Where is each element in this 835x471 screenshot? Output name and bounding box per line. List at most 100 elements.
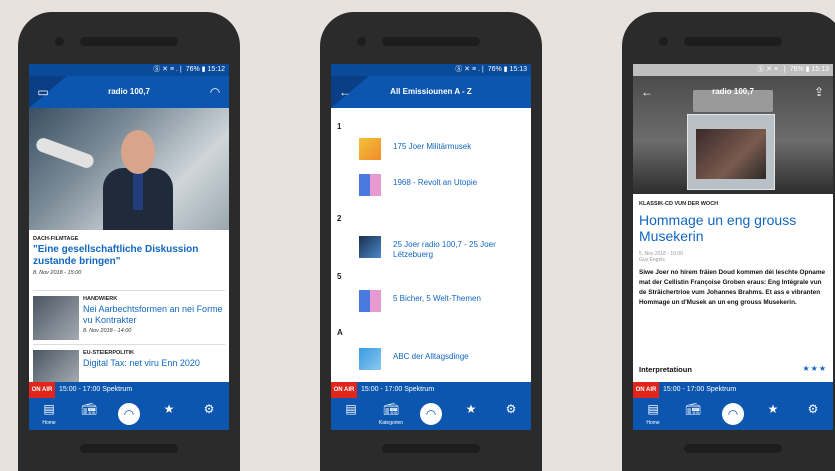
group-letter: A: [337, 328, 343, 337]
group-letter: 1: [337, 122, 342, 131]
nav-live[interactable]: ◠: [411, 398, 451, 430]
star-icon: ★: [767, 402, 779, 416]
group-letter: 5: [337, 272, 342, 281]
on-air-badge: ON AIR: [633, 382, 659, 398]
article-body: Siwe Joer no hirem fräien Doud kommen dé…: [639, 269, 826, 306]
status-bar: Ⓢ ✕ ≡ .❘ 76% ▮ 15:12: [29, 64, 229, 76]
article-thumbnail: [33, 350, 79, 382]
nav-home[interactable]: ▤ Home: [633, 398, 673, 430]
article-headline: Hommage un eng grouss Musekerin: [639, 212, 797, 244]
on-air-bar[interactable]: ON AIR 15:00 - 17:00 Spektrum: [29, 382, 229, 398]
app-title: radio 100,7: [108, 87, 150, 96]
screen-home: Ⓢ ✕ ≡ .❘ 76% ▮ 15:12 ▭ radio 100,7 ◠ DAC…: [29, 64, 229, 430]
rating-stars: ★★★: [802, 364, 827, 373]
phone-2: Ⓢ ✕ ≡ .❘ 76% ▮ 15:13 ← All Emissiounen A…: [320, 12, 542, 471]
status-bar: Ⓢ ✕ ≡ .❘ 76% ▮ 15:13: [633, 64, 833, 76]
list-item[interactable]: EU-STEIERPOLITIK Digital Tax: net viru E…: [29, 348, 229, 382]
nav-kategorien[interactable]: 📻︎: [673, 398, 713, 430]
app-bar: ← radio 100,7 ⇪: [633, 76, 833, 108]
nav-settings[interactable]: ⚙: [793, 398, 833, 430]
nav-live[interactable]: ◠: [109, 398, 149, 430]
list-item[interactable]: 1968 - Revolt an Utopie: [359, 174, 529, 198]
article-date: 8. Nov 2018 - 15:00: [33, 270, 82, 276]
star-icon: ★: [465, 402, 477, 416]
article-thumbnail: [33, 296, 79, 340]
on-air-badge: ON AIR: [331, 382, 357, 398]
calendar-icon[interactable]: ▭: [35, 84, 51, 100]
show-title: 5 Bicher, 5 Welt-Themen: [393, 294, 481, 303]
show-thumbnail: [359, 236, 381, 258]
screen-emissiounen: Ⓢ ✕ ≡ .❘ 76% ▮ 15:13 ← All Emissiounen A…: [331, 64, 531, 430]
on-air-bar[interactable]: ON AIR 15:00 - 17:00 Spektrum: [633, 382, 833, 398]
home-icon: ▤: [345, 402, 357, 416]
nav-favorites[interactable]: ★: [149, 398, 189, 430]
article-author: Guy Engels: [639, 257, 665, 263]
phone-1: Ⓢ ✕ ≡ .❘ 76% ▮ 15:12 ▭ radio 100,7 ◠ DAC…: [18, 12, 240, 471]
radio-icon: 📻︎: [685, 402, 701, 416]
show-title: 25 Joer radio 100,7 - 25 Joer Lëtzebuerg: [393, 240, 496, 259]
camera: [55, 37, 64, 46]
article-tag: HANDWIERK: [83, 296, 118, 302]
star-icon: ★: [163, 402, 175, 416]
on-air-text: 15:00 - 17:00 Spektrum: [361, 386, 435, 393]
bottom-nav: ▤ Home 📻︎ ◠ ★ ⚙: [29, 398, 229, 430]
list-item[interactable]: ABC der Alltagsdinge: [359, 348, 529, 372]
radio-icon: 📻︎: [81, 402, 97, 416]
on-air-text: 15:00 - 17:00 Spektrum: [663, 386, 737, 393]
show-title: 175 Joer Militärmusek: [393, 142, 472, 151]
article-date: 8. Nov 2018 - 14:00: [83, 328, 132, 334]
article-tag: EU-STEIERPOLITIK: [83, 350, 135, 356]
screen-article: Ⓢ ✕ ≡ .❘ 76% ▮ 15:13 ← radio 100,7 ⇪ KLA…: [633, 64, 833, 430]
group-letter: 2: [337, 214, 342, 223]
nav-favorites[interactable]: ★: [753, 398, 793, 430]
article-tag: KLASSIK-CD VUN DER WOCH: [639, 201, 719, 207]
back-arrow-icon[interactable]: ←: [337, 84, 353, 100]
nav-settings[interactable]: ⚙: [491, 398, 531, 430]
headphones-icon: ◠: [118, 403, 140, 425]
camera: [357, 37, 366, 46]
show-thumbnail: [359, 138, 381, 160]
on-air-bar[interactable]: ON AIR 15:00 - 17:00 Spektrum: [331, 382, 531, 398]
phone-3: Ⓢ ✕ ≡ .❘ 76% ▮ 15:13 ← radio 100,7 ⇪ KLA…: [622, 12, 835, 471]
nav-favorites[interactable]: ★: [451, 398, 491, 430]
list-item[interactable]: HANDWIERK Nei Aarbechtsformen an nei For…: [29, 294, 229, 340]
nav-home[interactable]: ▤: [331, 398, 371, 430]
headphones-icon[interactable]: ◠: [207, 84, 223, 100]
app-bar: ← All Emissiounen A - Z: [331, 76, 531, 108]
gear-icon: ⚙: [505, 402, 517, 416]
app-title: radio 100,7: [712, 87, 754, 96]
hero-image[interactable]: [29, 108, 229, 230]
nav-kategorien[interactable]: 📻︎: [69, 398, 109, 430]
show-thumbnail: [359, 348, 381, 370]
article-headline[interactable]: Digital Tax: net viru Enn 2020: [83, 358, 225, 369]
hero-article[interactable]: DACH-FILMTAGE "Eine gesellschaftliche Di…: [29, 236, 229, 278]
headphones-icon: ◠: [722, 403, 744, 425]
section-title: Interpretatioun: [639, 365, 692, 374]
nav-live[interactable]: ◠: [713, 398, 753, 430]
speaker-grille: [382, 37, 480, 46]
bottom-nav: ▤ Home 📻︎ ◠ ★ ⚙: [633, 398, 833, 430]
list-item[interactable]: 175 Joer Militärmusek: [359, 138, 529, 162]
app-bar: ▭ radio 100,7 ◠: [29, 76, 229, 108]
nav-home[interactable]: ▤ Home: [29, 398, 69, 430]
nav-settings[interactable]: ⚙: [189, 398, 229, 430]
gear-icon: ⚙: [807, 402, 819, 416]
speaker-grille: [684, 37, 782, 46]
speaker-grille: [80, 37, 178, 46]
home-icon: ▤: [43, 402, 55, 416]
show-thumbnail: [359, 290, 381, 312]
show-thumbnail: [359, 174, 381, 196]
list-item[interactable]: 25 Joer radio 100,7 - 25 Joer Lëtzebuerg: [359, 236, 529, 260]
home-icon: ▤: [647, 402, 659, 416]
back-arrow-icon[interactable]: ←: [639, 84, 655, 100]
show-title: ABC der Alltagsdinge: [393, 352, 469, 361]
on-air-badge: ON AIR: [29, 382, 55, 398]
list-item[interactable]: 5 Bicher, 5 Welt-Themen: [359, 290, 529, 314]
article-meta: 5. Nov 2018 - 10:00 Guy Engels: [639, 251, 683, 263]
on-air-text: 15:00 - 17:00 Spektrum: [59, 386, 133, 393]
headphones-icon: ◠: [420, 403, 442, 425]
nav-kategorien[interactable]: 📻︎ Kategorien: [371, 398, 411, 430]
share-icon[interactable]: ⇪: [811, 84, 827, 100]
article-headline[interactable]: "Eine gesellschaftliche Diskussion zusta…: [29, 242, 229, 268]
article-headline[interactable]: Nei Aarbechtsformen an nei Forme vu Kont…: [83, 304, 225, 326]
